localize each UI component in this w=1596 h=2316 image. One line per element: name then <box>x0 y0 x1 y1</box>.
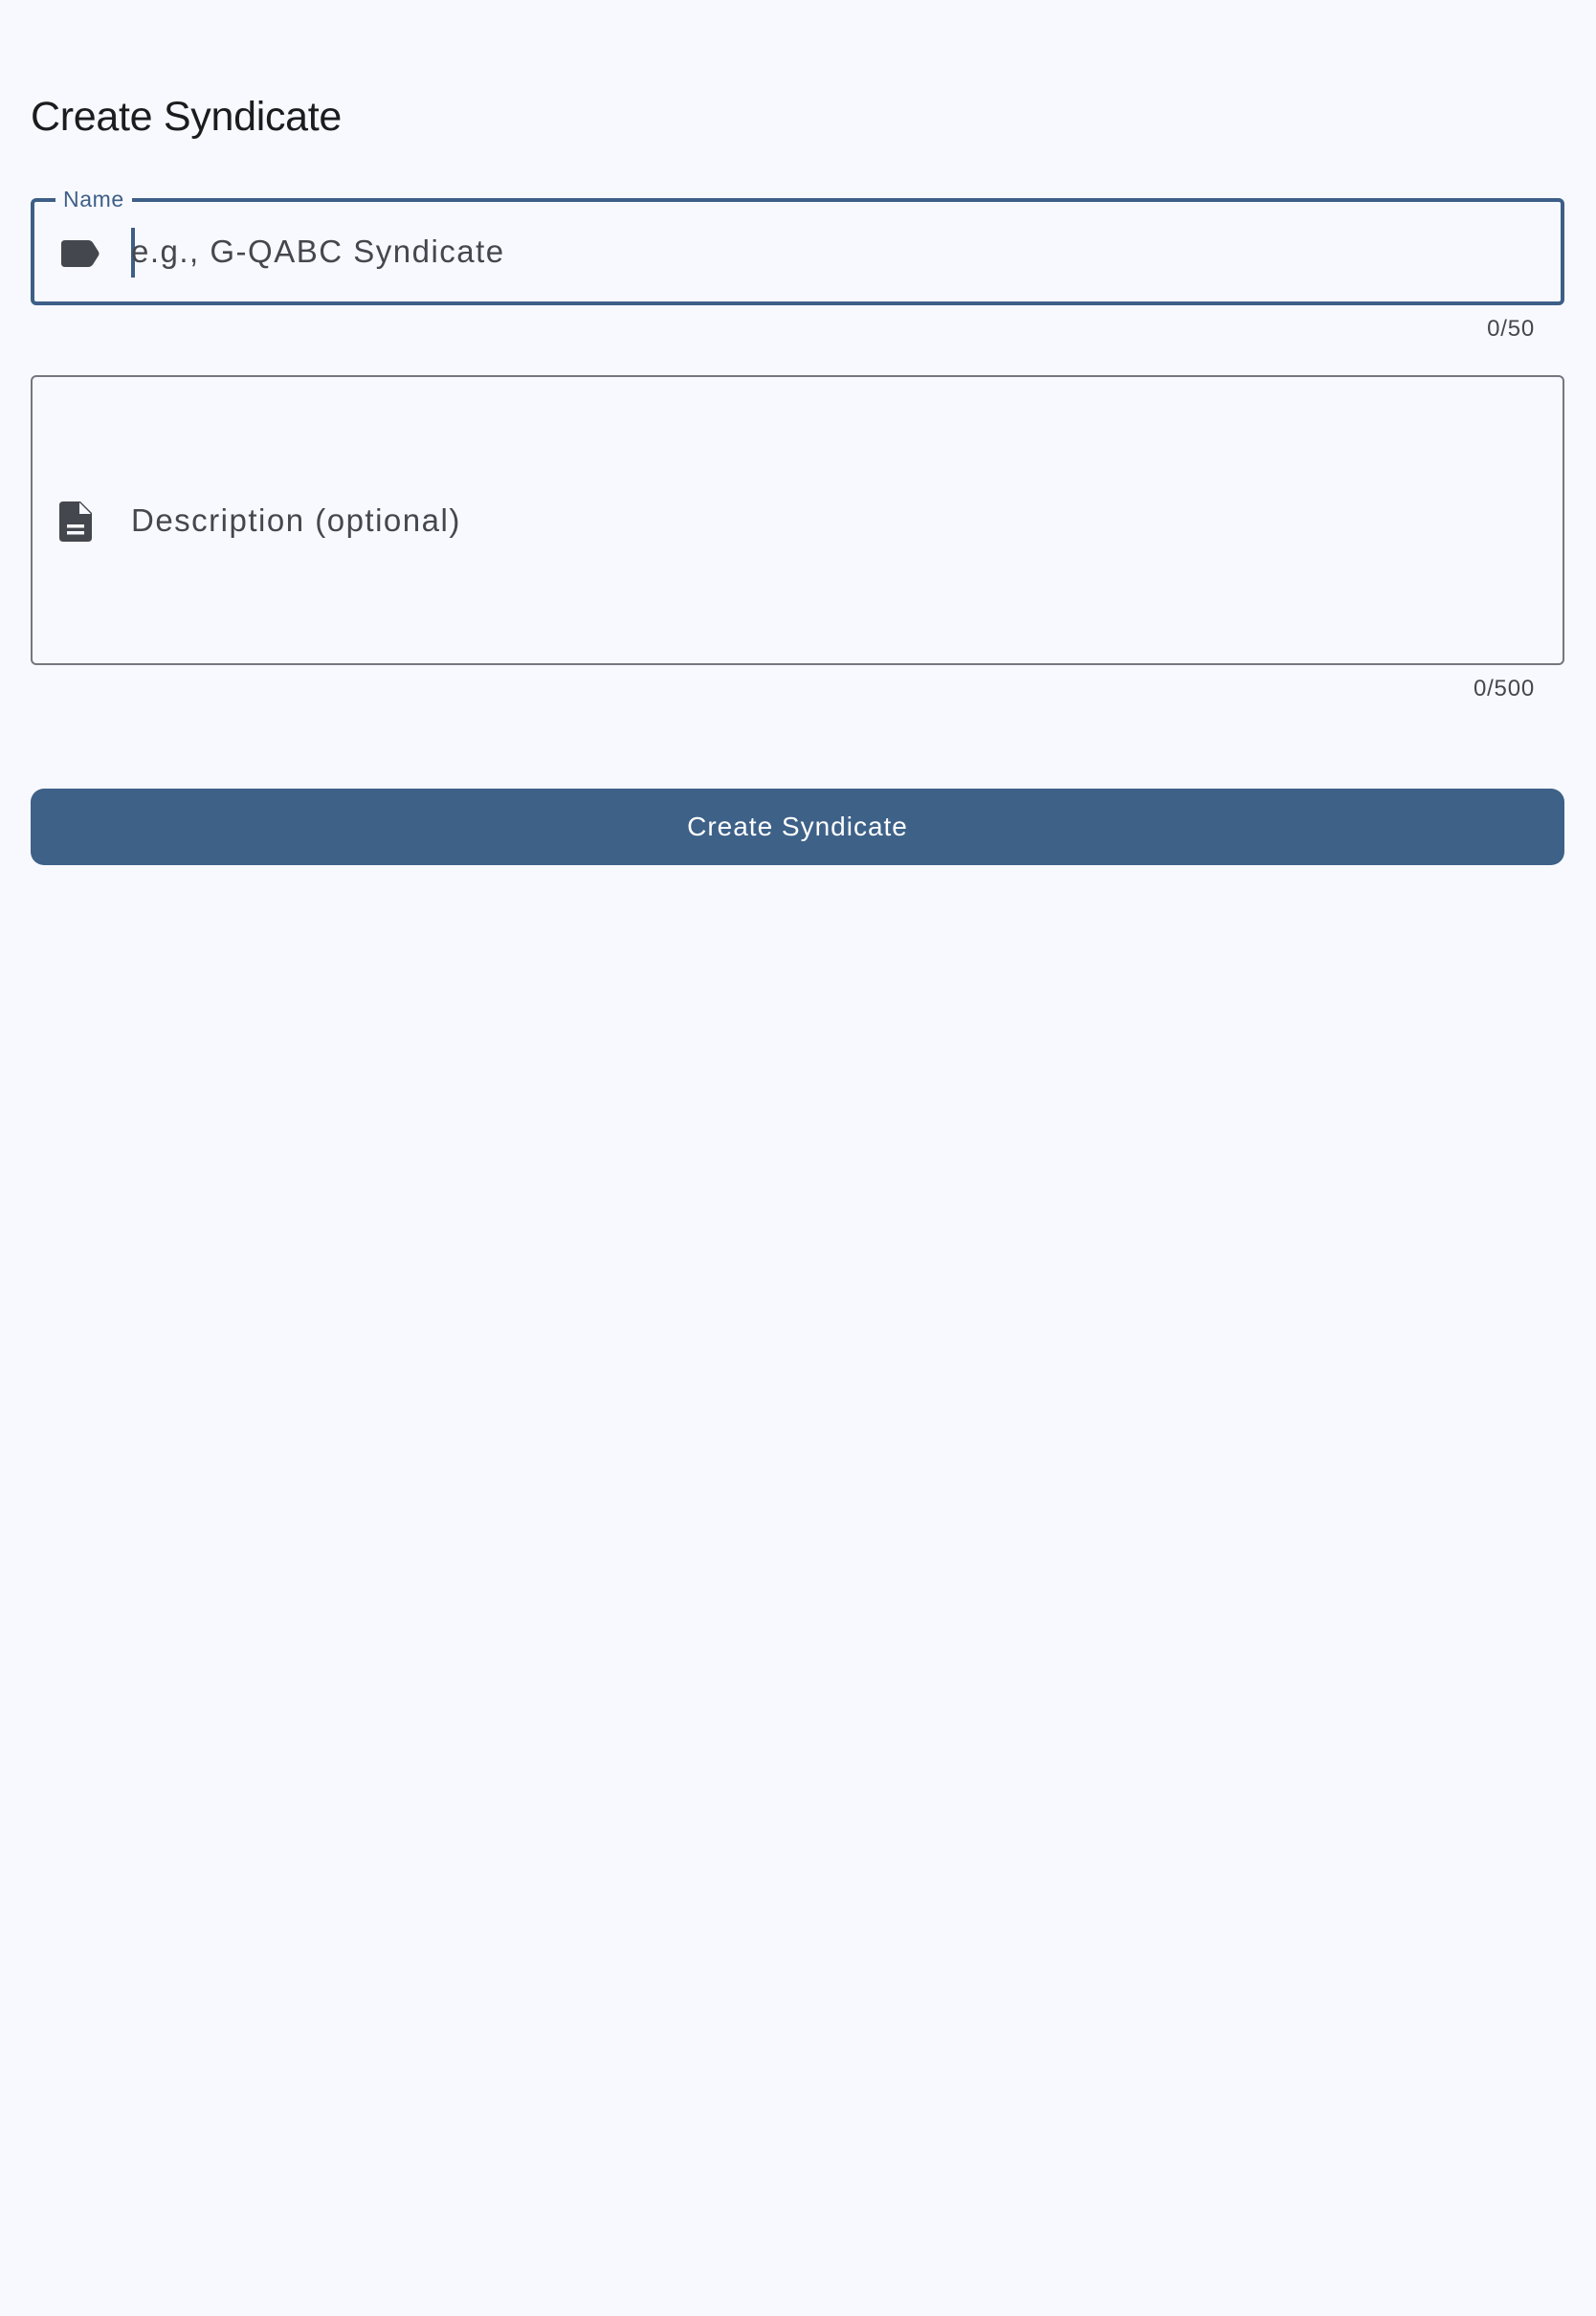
description-icon <box>59 501 92 542</box>
name-field-label: Name <box>55 186 132 212</box>
name-field[interactable]: Name <box>31 186 1564 305</box>
create-syndicate-button[interactable]: Create Syndicate <box>31 789 1564 865</box>
page-title: Create Syndicate <box>31 94 343 140</box>
name-input[interactable] <box>131 223 1528 280</box>
description-field[interactable] <box>31 375 1564 665</box>
description-input[interactable] <box>131 492 1528 549</box>
description-character-counter: 0/500 <box>1473 676 1535 701</box>
name-character-counter: 0/50 <box>1487 316 1535 342</box>
label-icon <box>61 240 100 267</box>
